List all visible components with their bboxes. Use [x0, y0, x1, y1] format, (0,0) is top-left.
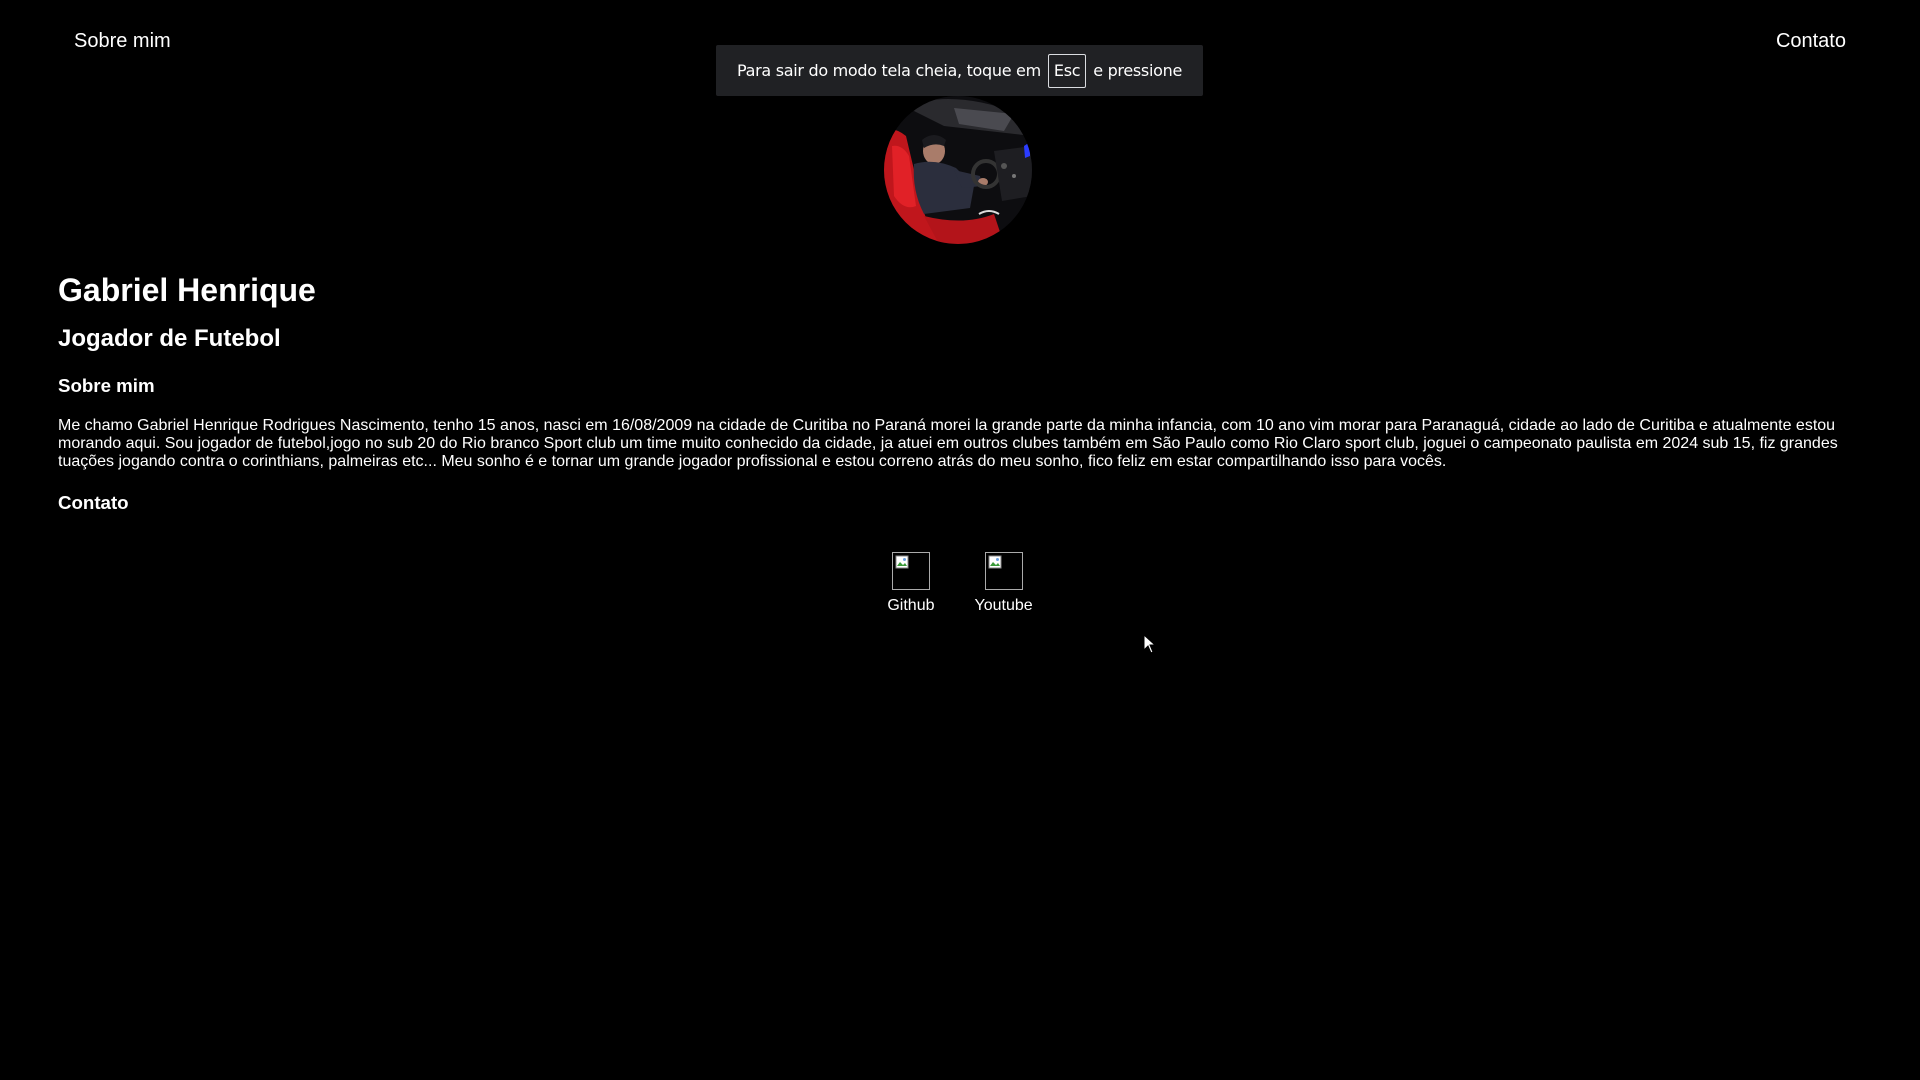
toast-text-before: Para sair do modo tela cheia, toque em [737, 61, 1041, 80]
about-text: Me chamo Gabriel Henrique Rodrigues Nasc… [58, 417, 1838, 470]
profile-avatar [884, 96, 1032, 244]
youtube-label[interactable]: Youtube [975, 597, 1033, 615]
nav-link-sobre-mim[interactable]: Sobre mim [74, 30, 171, 53]
broken-image-icon[interactable] [984, 552, 1023, 590]
contact-heading: Contato [58, 492, 129, 513]
page: Sobre mim Contato Para sair do modo tela… [0, 0, 1920, 1080]
github-link[interactable]: Github [887, 552, 935, 615]
broken-image-icon[interactable] [891, 552, 930, 590]
nav-link-contato[interactable]: Contato [1776, 30, 1846, 53]
fullscreen-exit-toast: Para sair do modo tela cheia, toque em E… [716, 45, 1203, 96]
profile-name: Gabriel Henrique [58, 272, 316, 308]
about-heading: Sobre mim [58, 375, 155, 396]
social-links: Github Youtube [0, 552, 1920, 615]
toast-esc-key: Esc [1047, 53, 1087, 88]
youtube-link[interactable]: Youtube [975, 552, 1033, 615]
main-content: Gabriel Henrique Jogador de Futebol Sobr… [58, 270, 1858, 515]
avatar-photo [884, 96, 1032, 244]
profile-role: Jogador de Futebol [58, 325, 281, 352]
toast-text-after: e pressione [1093, 61, 1182, 80]
mouse-cursor-icon [1143, 634, 1157, 654]
broken-image-glyph [895, 555, 909, 569]
github-label[interactable]: Github [887, 597, 934, 615]
broken-image-glyph [988, 555, 1002, 569]
